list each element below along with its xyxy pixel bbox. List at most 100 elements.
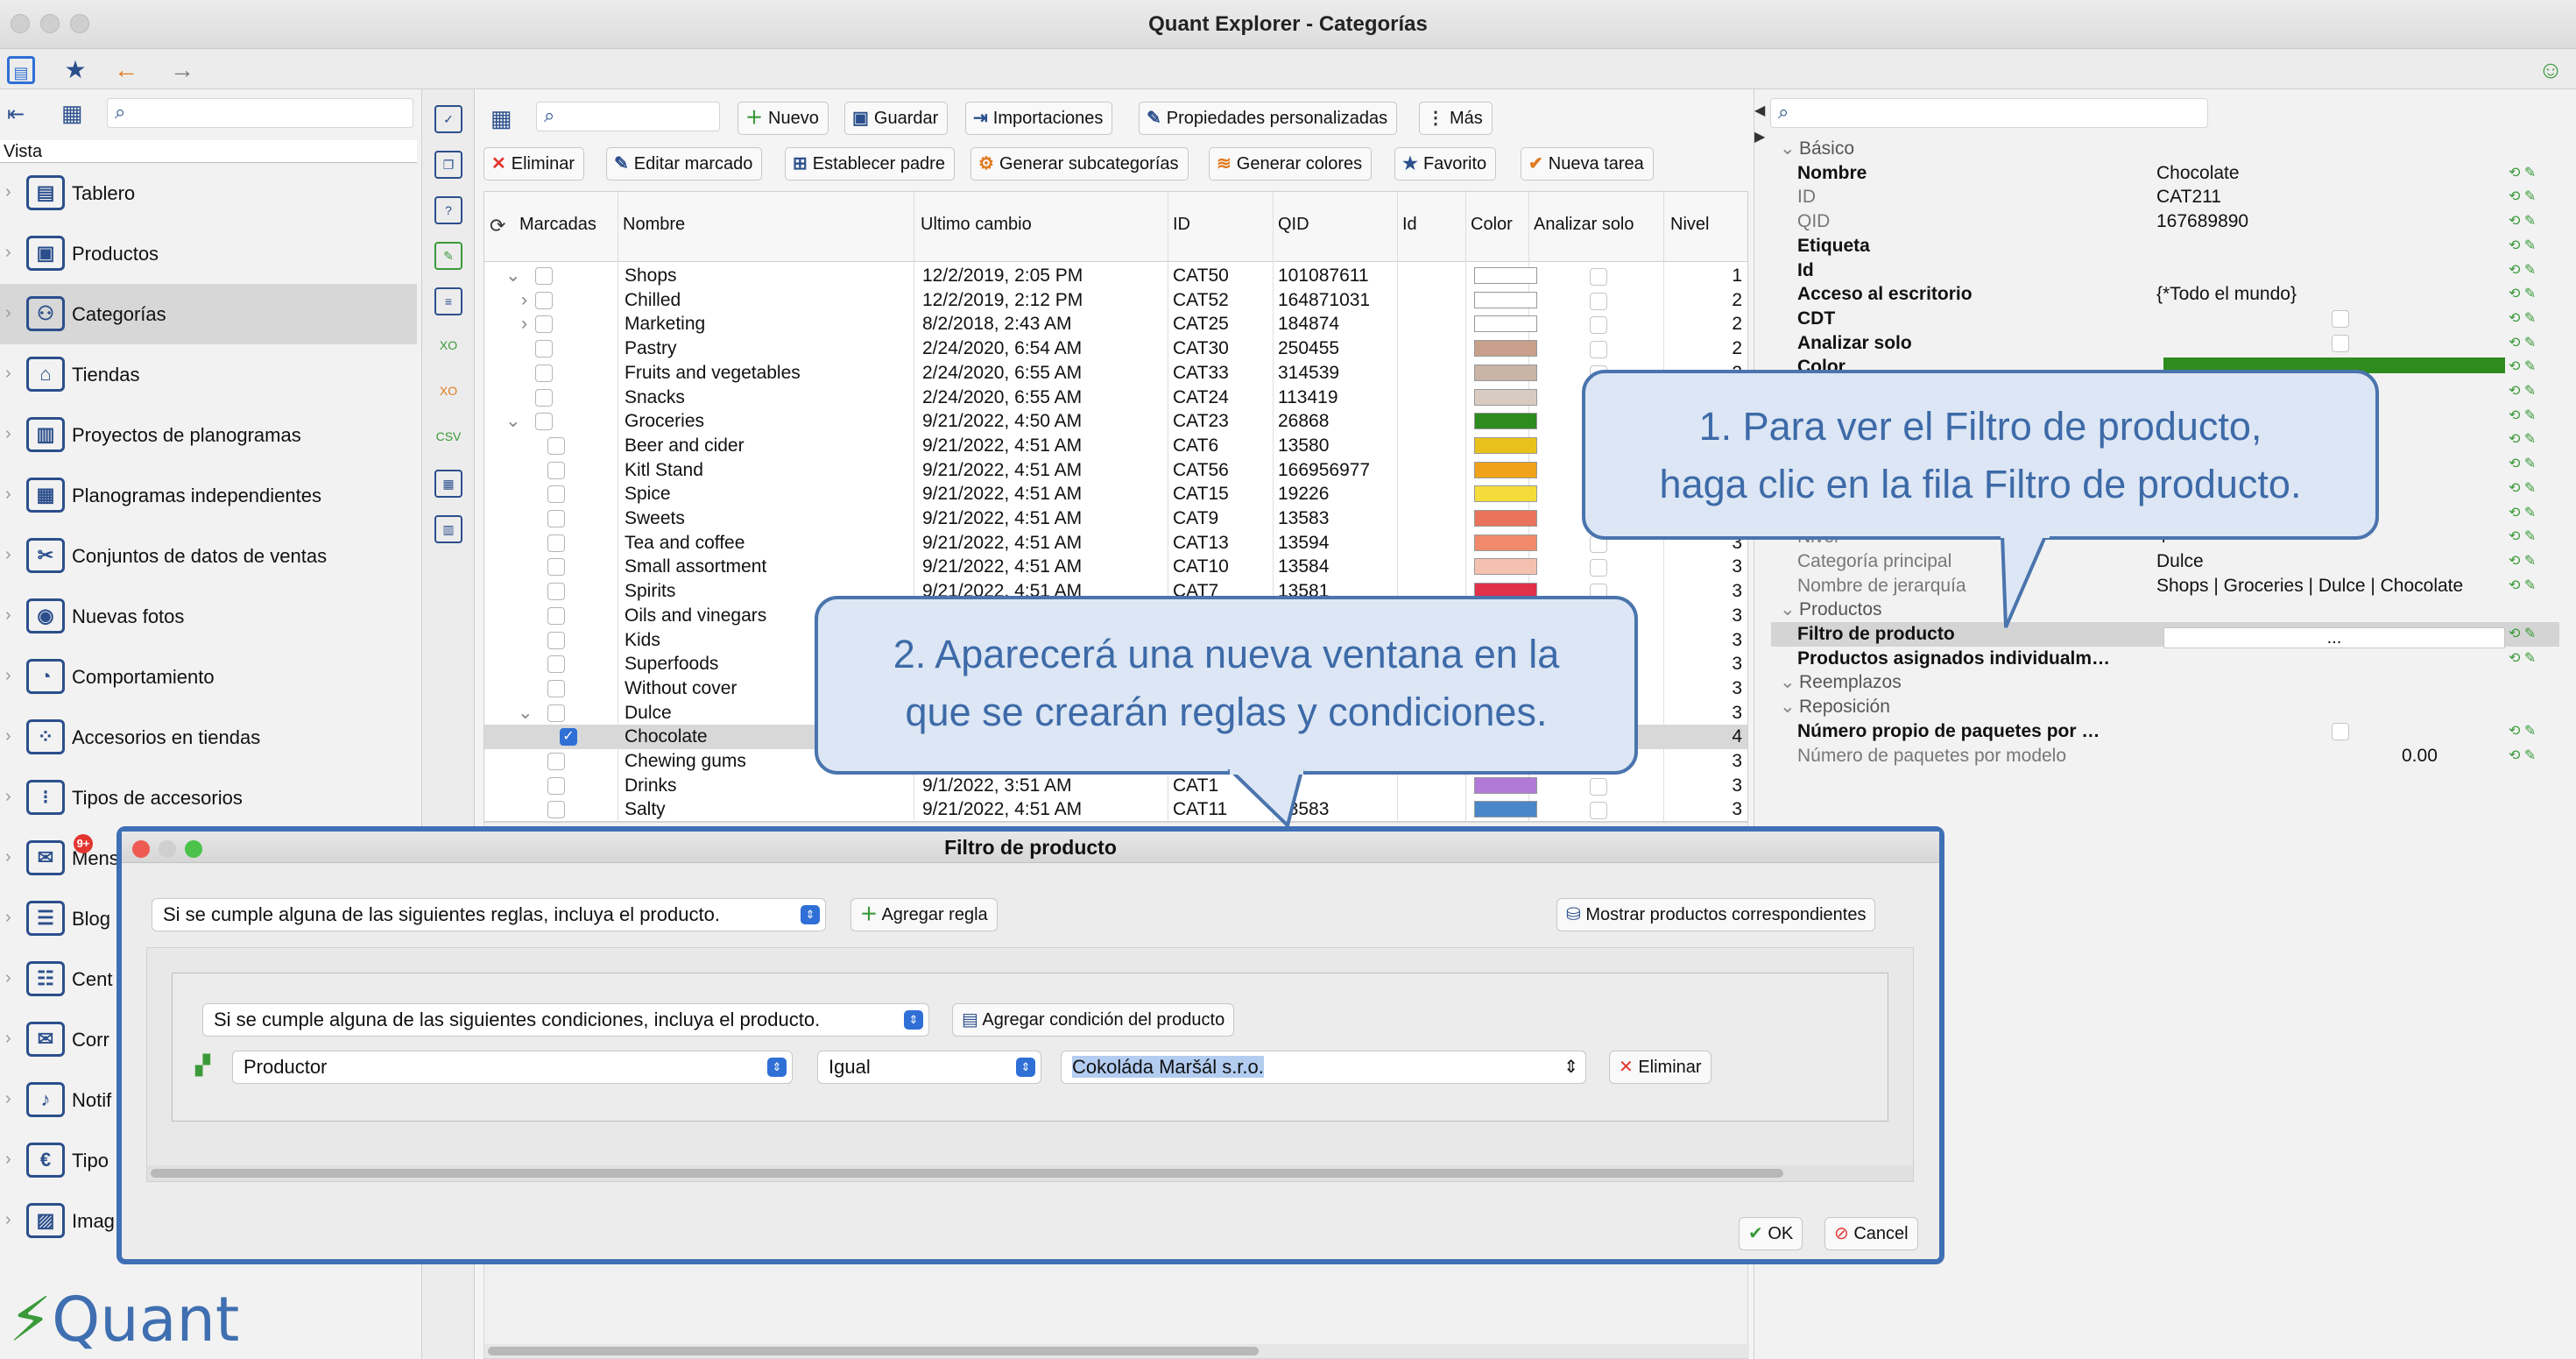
table-row[interactable]: Beer and cider 9/21/2022, 4:51 AM CAT6 1358…	[484, 434, 1747, 458]
property-checkbox[interactable]	[2332, 722, 2349, 740]
excel-export-icon[interactable]: XO	[434, 379, 462, 407]
delete-condition-button[interactable]: ✕ Eliminar	[1609, 1051, 1711, 1084]
nav-item-camera[interactable]: › ◉ Nuevas fotos	[0, 586, 417, 647]
section-chevron-icon[interactable]: ⌄	[1780, 598, 1796, 621]
property-row[interactable]: ⌄ Productos	[1771, 598, 2559, 622]
property-row[interactable]: Acceso al escritorio {*Todo el mundo} ⟲ ✎	[1771, 282, 2559, 307]
ok-button[interactable]: ✔ OK	[1739, 1217, 1803, 1250]
property-actions-icon[interactable]: ⟲ ✎	[2509, 622, 2536, 646]
dialog-minimize-button[interactable]	[159, 840, 176, 858]
property-actions-icon[interactable]: ⟲ ✎	[2509, 647, 2536, 670]
table-row[interactable]: Small assortment 9/21/2022, 4:51 AM CAT10 1…	[484, 555, 1747, 579]
set-parent-button[interactable]: ⊞ Establecer padre	[785, 147, 955, 180]
color-swatch[interactable]	[1474, 510, 1537, 527]
color-swatch[interactable]	[1474, 534, 1537, 551]
scrollbar-thumb[interactable]	[488, 1347, 1259, 1355]
property-actions-icon[interactable]: ⟲ ✎	[2509, 744, 2536, 768]
show-matching-products-button[interactable]: ⛁ Mostrar productos correspondientes	[1556, 898, 1876, 931]
check-icon[interactable]: ✓	[434, 105, 462, 133]
property-checkbox[interactable]	[2332, 309, 2349, 328]
property-actions-icon[interactable]: ⟲ ✎	[2509, 355, 2536, 379]
property-actions-icon[interactable]: ⟲ ✎	[2509, 209, 2536, 233]
column-header-qid[interactable]: QID	[1278, 215, 1309, 235]
property-row[interactable]: ID CAT211 ⟲ ✎	[1771, 185, 2559, 209]
property-row[interactable]: Id ⟲ ✎	[1771, 258, 2559, 283]
property-actions-icon[interactable]: ⟲ ✎	[2509, 549, 2536, 573]
property-actions-icon[interactable]: ⟲ ✎	[2509, 234, 2536, 258]
csv-icon[interactable]: CSV	[434, 424, 462, 452]
column-header-name[interactable]: Nombre	[623, 215, 685, 235]
section-chevron-icon[interactable]: ⌄	[1780, 137, 1796, 160]
nav-item-planograms[interactable]: › ▦ Planogramas independientes	[0, 465, 417, 526]
new-button[interactable]: ＋ Nuevo	[738, 102, 829, 135]
save-button[interactable]: ▣ Guardar	[844, 102, 949, 135]
table-row[interactable]: Tea and coffee 9/21/2022, 4:51 AM CAT13 135…	[484, 531, 1747, 556]
table-row[interactable]: Pastry 2/24/2020, 6:54 AM CAT30 250455 2	[484, 336, 1747, 361]
property-row[interactable]: QID 167689890 ⟲ ✎	[1771, 209, 2559, 234]
nav-item-dashboard[interactable]: › ▤ Tablero	[0, 163, 417, 223]
color-swatch[interactable]	[1474, 388, 1537, 406]
generate-subcategories-button[interactable]: ⚙ Generar subcategorías	[970, 147, 1189, 180]
property-actions-icon[interactable]: ⟲ ✎	[2509, 719, 2536, 743]
chevron-right-icon[interactable]: ›	[5, 364, 11, 384]
analyze-only-checkbox[interactable]	[1590, 292, 1607, 310]
color-swatch[interactable]	[1474, 340, 1537, 357]
edit-marked-button[interactable]: ✎ Editar marcado	[606, 147, 763, 180]
chevron-right-icon[interactable]: ›	[5, 243, 11, 263]
chevron-right-icon[interactable]: ›	[5, 1089, 11, 1109]
table-row[interactable]: Spice9/21/2022, 4:51 AMCAT15192263	[484, 482, 1747, 506]
table-row[interactable]: Salty 9/21/2022, 4:51 AM CAT11 13583 3	[484, 797, 1747, 821]
column-header-id[interactable]: ID	[1173, 215, 1190, 235]
dialog-zoom-button[interactable]	[185, 840, 202, 858]
table-row[interactable]: Sweets9/21/2022, 4:51 AMCAT9135833	[484, 506, 1747, 531]
row-marked-checkbox[interactable]	[547, 534, 565, 552]
back-arrow-icon[interactable]: ←	[112, 56, 140, 84]
analyze-only-checkbox[interactable]	[1590, 777, 1607, 796]
property-checkbox[interactable]	[2332, 334, 2349, 352]
color-swatch[interactable]	[1474, 436, 1537, 454]
column-header-level[interactable]: Nivel	[1670, 215, 1709, 235]
analyze-only-checkbox[interactable]	[1590, 341, 1607, 359]
favorite-button[interactable]: ★ Favorito	[1394, 147, 1497, 180]
nav-item-categories[interactable]: › ⚇ Categorías	[0, 284, 417, 344]
property-actions-icon[interactable]: ⟲ ✎	[2509, 404, 2536, 428]
property-row[interactable]: Número de paquetes por modelo 0.00 ⟲ ✎	[1771, 744, 2559, 768]
property-actions-icon[interactable]: ⟲ ✎	[2509, 477, 2536, 500]
row-marked-checkbox[interactable]	[535, 267, 553, 285]
color-swatch[interactable]	[1474, 776, 1537, 794]
row-marked-checkbox[interactable]	[547, 679, 565, 697]
color-swatch[interactable]	[1474, 485, 1537, 503]
analyze-only-checkbox[interactable]	[1590, 802, 1607, 820]
property-row[interactable]: Nombre de jerarquía Shops | Groceries | D…	[1771, 574, 2559, 598]
chevron-right-icon[interactable]: ›	[5, 908, 11, 928]
color-swatch[interactable]	[1474, 413, 1537, 430]
excel-import-icon[interactable]: XO	[434, 333, 462, 361]
expand-chevron-icon[interactable]: ⌄	[505, 409, 521, 433]
collapse-panel-icon[interactable]: ⇤	[7, 102, 25, 127]
condition-mode-select[interactable]: Si se cumple alguna de las siguientes co…	[202, 1003, 929, 1037]
property-actions-icon[interactable]: ⟲ ✎	[2509, 574, 2536, 598]
analyze-only-checkbox[interactable]	[1590, 559, 1607, 577]
imports-button[interactable]: ⇥ Importaciones	[965, 102, 1113, 135]
chevron-right-icon[interactable]: ›	[5, 726, 11, 747]
column-header-marked[interactable]: Marcadas	[519, 215, 596, 235]
property-row[interactable]: Categoría principal Dulce ⟲ ✎	[1771, 549, 2559, 574]
row-marked-checkbox[interactable]	[547, 606, 565, 625]
property-row[interactable]: Analizar solo ⟲ ✎	[1771, 331, 2559, 356]
grid-edit-icon[interactable]: ▦	[434, 470, 462, 498]
table-row[interactable]: Snacks2/24/2020, 6:55 AMCAT241134192	[484, 386, 1747, 410]
condition-value-combobox[interactable]: Cokoláda Maršál s.r.o. ⇕	[1061, 1051, 1586, 1084]
nav-item-store-accessories[interactable]: › ⁘ Accesorios en tiendas	[0, 707, 417, 768]
row-marked-checkbox[interactable]	[547, 655, 565, 674]
property-actions-icon[interactable]: ⟲ ✎	[2509, 428, 2536, 451]
color-swatch[interactable]	[1474, 267, 1537, 284]
property-actions-icon[interactable]: ⟲ ✎	[2509, 307, 2536, 330]
condition-field-select[interactable]: Productor ⇕	[232, 1051, 793, 1084]
table-row[interactable]: Kitl Stand 9/21/2022, 4:51 AM CAT56 1669569…	[484, 458, 1747, 483]
new-task-button[interactable]: ✔ Nueva tarea	[1521, 147, 1654, 180]
table-row[interactable]: › Chilled 12/2/2019, 2:12 PM CAT52 164871031…	[484, 288, 1747, 313]
rules-horizontal-scrollbar[interactable]	[147, 1165, 1913, 1181]
chart-icon[interactable]: ▥	[434, 515, 462, 543]
row-marked-checkbox[interactable]	[535, 388, 553, 407]
smiley-feedback-icon[interactable]: ☺	[2537, 56, 2565, 84]
